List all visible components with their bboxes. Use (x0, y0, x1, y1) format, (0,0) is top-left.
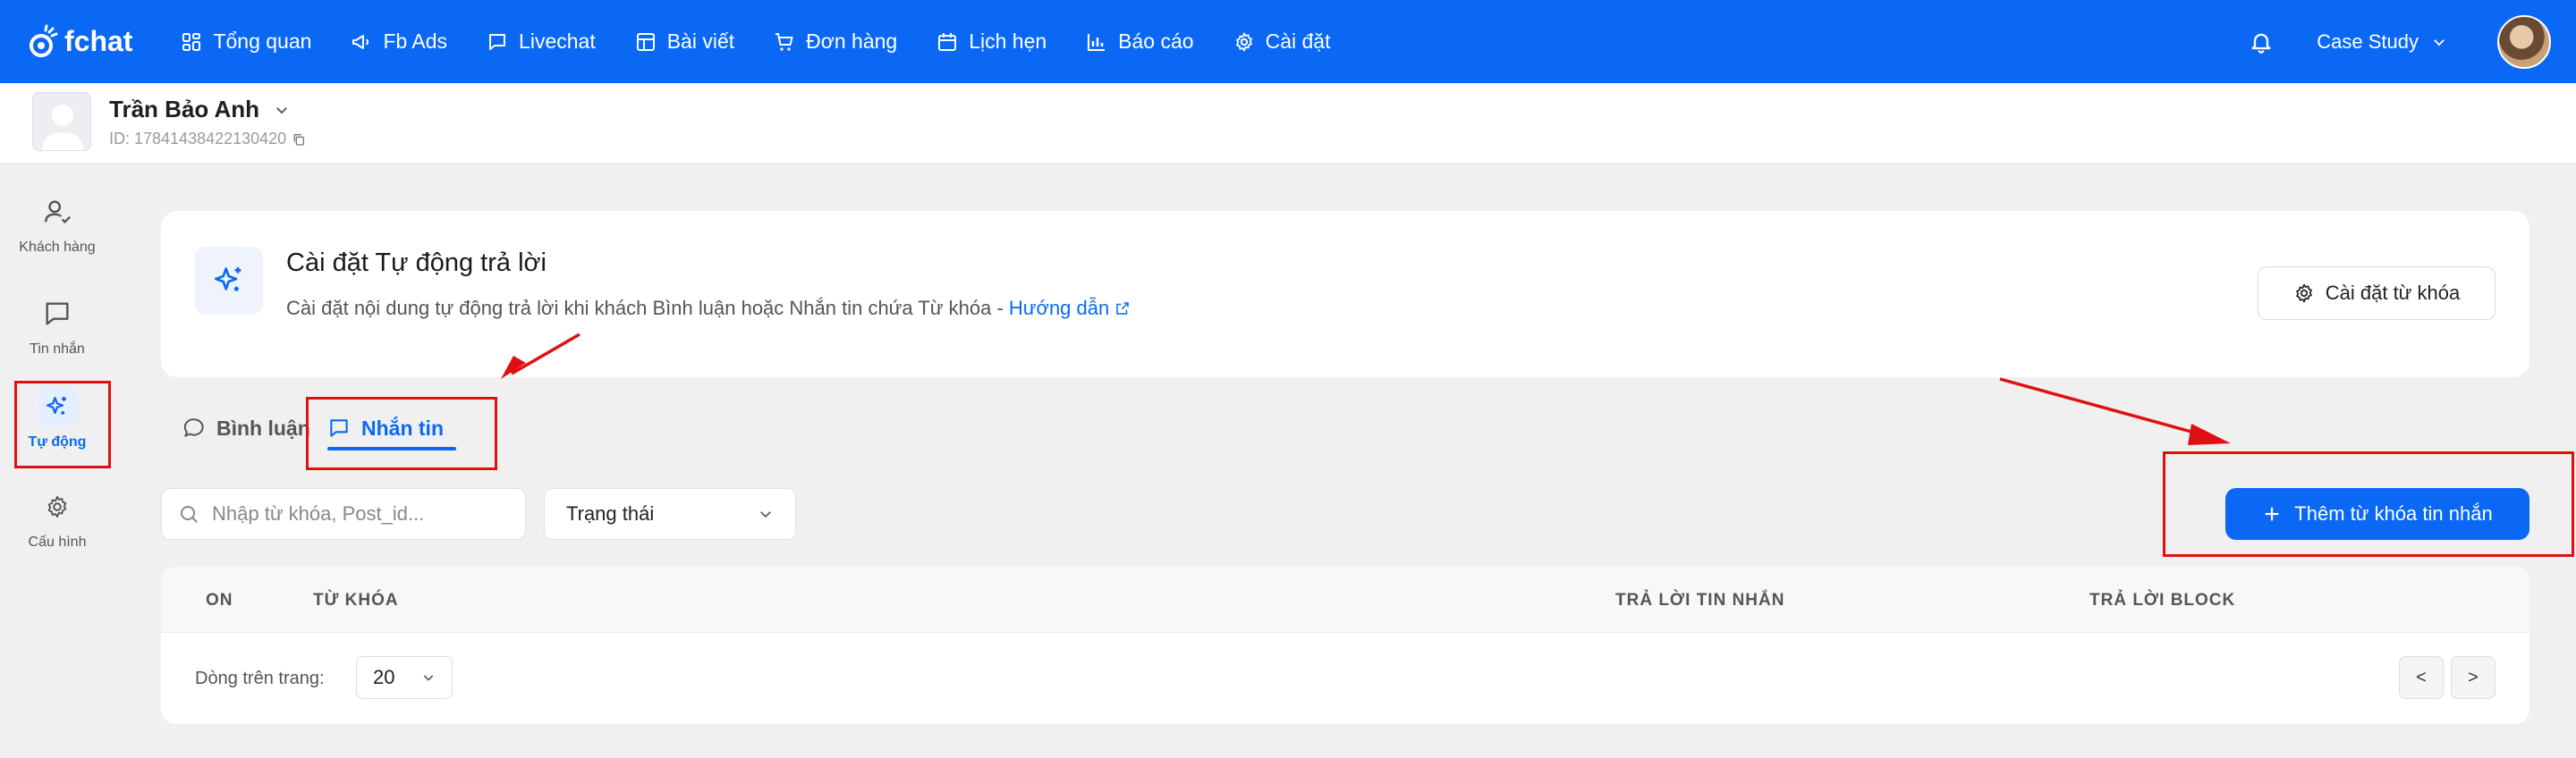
copy-icon[interactable] (292, 132, 306, 147)
card-description-text: Cài đặt nội dung tự động trả lời khi khá… (286, 297, 1009, 319)
user-check-icon (45, 200, 72, 224)
card-description: Cài đặt nội dung tự động trả lời khi khá… (286, 297, 1131, 320)
workspace-label: Case Study (2317, 29, 2419, 53)
cart-icon (775, 32, 793, 51)
chevron-down-icon (2434, 38, 2445, 46)
brand-name: fchat (64, 25, 133, 57)
nav-label: Tổng quan (213, 29, 312, 53)
gear-icon (2295, 283, 2312, 303)
rows-per-page-value: 20 (373, 666, 395, 688)
keyword-settings-label: Cài đặt từ khóa (2325, 282, 2461, 304)
sidebar-item-label: Khách hàng (19, 240, 96, 255)
message-icon (46, 302, 69, 325)
prev-page-button[interactable]: < (2399, 656, 2444, 699)
nav-livechat[interactable]: Livechat (487, 29, 596, 54)
sidebar-item-khach-hang[interactable]: Khách hàng (8, 191, 106, 256)
guide-link-label: Hướng dẫn (1008, 297, 1110, 319)
annotation-box-message-tab (306, 397, 497, 470)
rows-per-page-label: Dòng trên trang: (195, 669, 325, 688)
nav-bao-cao[interactable]: Báo cáo (1086, 29, 1194, 54)
nav-label: Lịch hẹn (969, 29, 1047, 53)
logo-icon (30, 24, 58, 57)
tab-binh-luan[interactable]: Bình luận (182, 406, 310, 451)
annotation-box-add-button (2163, 451, 2574, 557)
default-avatar-icon (42, 105, 83, 150)
column-header-on: ON (206, 591, 233, 610)
arrow-to-add-button (1999, 377, 2208, 438)
page-title: Cài đặt Tự động trả lời (286, 248, 547, 277)
workspace-selector[interactable]: Case Study (2317, 30, 2447, 54)
megaphone-icon (352, 34, 369, 49)
arrowhead (2188, 424, 2231, 445)
search-input[interactable] (212, 502, 507, 526)
chevron-down-icon (423, 675, 434, 681)
sidebar-item-label: Tin nhắn (30, 341, 85, 357)
external-link-icon (1116, 302, 1130, 315)
nav-label: Fb Ads (383, 29, 448, 53)
layout-icon (636, 32, 655, 51)
nav-label: Livechat (519, 29, 596, 53)
column-header-message-reply: TRẢ LỜI TIN NHẮN (1615, 591, 1785, 610)
nav-label: Báo cáo (1118, 29, 1194, 53)
sparkle-icon (195, 247, 263, 315)
status-select-label: Trạng thái (566, 502, 655, 525)
status-select[interactable]: Trạng thái (544, 488, 796, 540)
nav-tong-quan[interactable]: Tổng quan (181, 29, 311, 54)
page-id-text: ID: 17841438422130420 (109, 130, 287, 147)
keyword-table: ON TỪ KHÓA TRẢ LỜI TIN NHẮN TRẢ LỜI BLOC… (161, 567, 2529, 724)
gear-icon (47, 495, 67, 518)
nav-label: Đơn hàng (806, 29, 898, 53)
auto-reply-card: Cài đặt Tự động trả lời Cài đặt nội dung… (161, 211, 2529, 377)
user-avatar[interactable] (2497, 14, 2551, 69)
annotation-box-auto-sidebar (14, 381, 111, 468)
column-header-keyword: TỪ KHÓA (313, 591, 399, 610)
chevron-down-icon (276, 106, 287, 114)
notification-bell-icon[interactable] (2249, 29, 2274, 55)
nav-fb-ads[interactable]: Fb Ads (351, 29, 447, 54)
page-name-selector[interactable]: Trần Bảo Anh (109, 96, 290, 123)
gear-icon (1235, 32, 1252, 51)
sidebar-item-cau-hinh[interactable]: Cấu hình (8, 486, 106, 551)
nav-label: Cài đặt (1265, 29, 1331, 53)
search-box[interactable] (161, 488, 526, 540)
rows-per-page-select[interactable]: 20 (356, 656, 453, 699)
top-nav: fchat Tổng quan Fb Ads Livechat Bài viết… (0, 0, 2576, 83)
guide-link[interactable]: Hướng dẫn (1009, 297, 1131, 319)
nav-cai-dat[interactable]: Cài đặt (1233, 29, 1331, 54)
table-header: ON TỪ KHÓA TRẢ LỜI TIN NHẮN TRẢ LỜI BLOC… (161, 567, 2529, 633)
bar-chart-icon (1088, 33, 1106, 51)
dashboard-icon (182, 32, 201, 51)
nav-bai-viet[interactable]: Bài viết (635, 29, 734, 54)
page-header: Trần Bảo Anh ID: 17841438422130420 (0, 83, 2576, 164)
chat-icon (489, 33, 506, 50)
sidebar-item-tin-nhan[interactable]: Tin nhắn (8, 293, 106, 358)
search-icon (181, 506, 198, 523)
page-avatar (32, 92, 91, 151)
keyword-settings-button[interactable]: Cài đặt từ khóa (2258, 266, 2496, 320)
comment-icon (183, 418, 204, 437)
chevron-down-icon (760, 511, 771, 518)
page-name: Trần Bảo Anh (109, 96, 260, 122)
next-page-button[interactable]: > (2451, 656, 2496, 699)
nav-label: Bài viết (666, 29, 735, 53)
tab-label: Bình luận (216, 416, 310, 440)
fchat-logo[interactable]: fchat (25, 24, 132, 60)
calendar-icon (938, 32, 957, 51)
column-header-block-reply: TRẢ LỜI BLOCK (2089, 591, 2236, 610)
nav-don-hang[interactable]: Đơn hàng (774, 29, 897, 54)
nav-lich-hen[interactable]: Lịch hẹn (936, 29, 1046, 54)
page-id: ID: 17841438422130420 (109, 130, 306, 148)
sidebar-item-label: Cấu hình (28, 535, 87, 550)
